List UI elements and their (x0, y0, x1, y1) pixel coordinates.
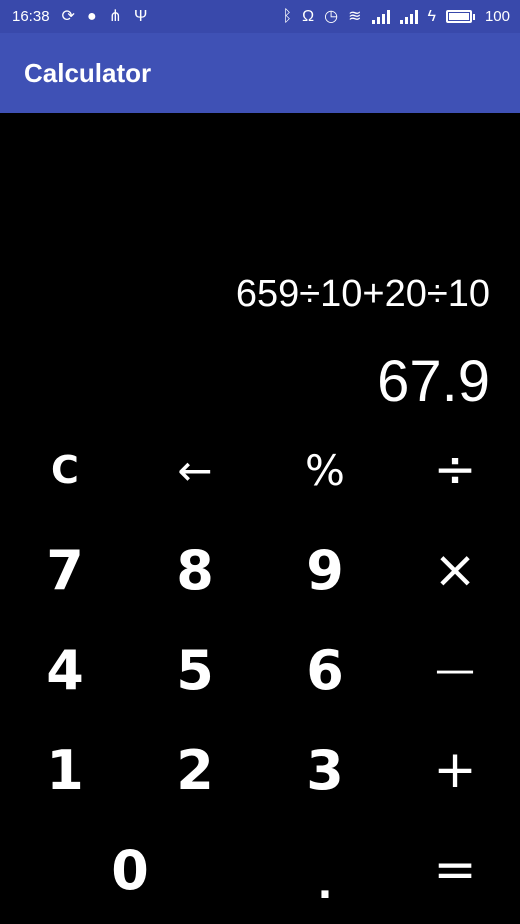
digit-5-button[interactable]: 5 (130, 620, 260, 720)
status-time: 16:38 (12, 8, 50, 25)
digit-3-button[interactable]: 3 (260, 720, 390, 820)
status-left-group: 16:38 ⟳ ● ⋔ Ψ (12, 8, 147, 25)
keypad: C ← % ÷ 7 8 9 × 4 5 6 — 1 2 3 + 0 . = (0, 420, 520, 924)
digit-8-button[interactable]: 8 (130, 520, 260, 620)
clear-button[interactable]: C (0, 420, 130, 520)
bluetooth-icon: ᛒ (282, 7, 293, 25)
decimal-button[interactable]: . (260, 820, 390, 920)
app-title: Calculator (24, 57, 152, 88)
digit-6-button[interactable]: 6 (260, 620, 390, 720)
divide-button[interactable]: ÷ (390, 420, 520, 520)
charging-icon: ϟ (427, 7, 436, 25)
sync-icon: ⟳ (61, 7, 75, 25)
digit-0-button[interactable]: 0 (0, 820, 260, 920)
multiply-button[interactable]: × (390, 520, 520, 620)
expression-text: 659÷10+20÷10 (235, 273, 490, 315)
digit-1-button[interactable]: 1 (0, 720, 130, 820)
battery-icon (445, 10, 475, 23)
wifi-icon: ≋ (348, 7, 362, 25)
equals-button[interactable]: = (390, 820, 520, 920)
app-bar: Calculator (0, 33, 520, 113)
result-text: 67.9 (377, 349, 490, 414)
digit-7-button[interactable]: 7 (0, 520, 130, 620)
subtract-button[interactable]: — (390, 620, 520, 720)
chat-icon: ● (86, 7, 97, 25)
status-bar: 16:38 ⟳ ● ⋔ Ψ ᛒ Ω ◷ ≋ ϟ 100 (0, 0, 520, 33)
backspace-button[interactable]: ← (130, 420, 260, 520)
signal-icon (371, 9, 390, 24)
digit-4-button[interactable]: 4 (0, 620, 130, 720)
usb-icon: Ψ (134, 7, 148, 25)
battery-label: 100 (484, 8, 510, 25)
percent-button[interactable]: % (260, 420, 390, 520)
add-button[interactable]: + (390, 720, 520, 820)
status-right-group: ᛒ Ω ◷ ≋ ϟ 100 (283, 8, 510, 25)
calculator-display: 659÷10+20÷10 67.9 (0, 113, 520, 430)
signal-4g-icon (399, 9, 418, 24)
alarm-icon: ◷ (324, 7, 339, 25)
share-icon: ⋔ (108, 7, 123, 25)
digit-9-button[interactable]: 9 (260, 520, 390, 620)
headset-icon: Ω (302, 7, 315, 25)
digit-2-button[interactable]: 2 (130, 720, 260, 820)
